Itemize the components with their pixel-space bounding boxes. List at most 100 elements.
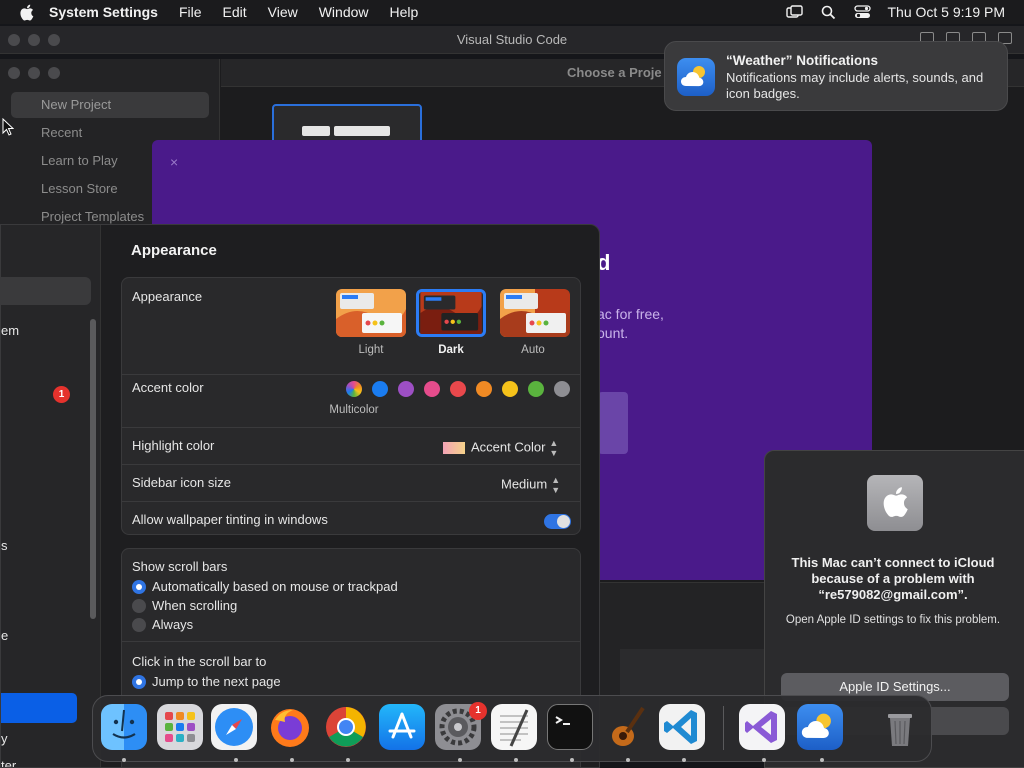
panel-content [620, 649, 770, 697]
accent-swatch-blue[interactable] [372, 381, 388, 397]
dock-running-indicator [514, 758, 518, 762]
dock-running-indicator [458, 758, 462, 762]
nav-new-project[interactable]: New Project [11, 92, 209, 118]
accent-swatch-green[interactable] [528, 381, 544, 397]
control-center-icon[interactable] [854, 4, 872, 20]
wallpaper-tinting-toggle[interactable] [544, 514, 571, 529]
menu-window[interactable]: Window [319, 4, 369, 20]
notification-title: “Weather” Notifications [726, 53, 879, 68]
dock-safari-icon[interactable] [211, 704, 257, 750]
appearance-dark-label: Dark [438, 344, 464, 356]
accent-swatch-multicolor[interactable] [346, 381, 362, 397]
dock-running-indicator [762, 758, 766, 762]
appearance-auto-option[interactable] [500, 289, 570, 337]
screen-mirroring-icon[interactable] [786, 4, 804, 20]
wallpaper-tinting-row: Allow wallpaper tinting in windows [122, 502, 580, 536]
highlight-color-swatch [443, 442, 465, 454]
appearance-label: Appearance [132, 289, 203, 304]
system-settings-window: em 1 s e y ter Appearance Appearance Lig… [0, 224, 600, 768]
appearance-light-option[interactable] [336, 289, 406, 337]
weather-notification[interactable]: “Weather” Notifications Notifications ma… [664, 41, 1008, 111]
appearance-dark-option[interactable] [416, 289, 486, 337]
jump-to-next-page-option[interactable]: Jump to the next page [132, 674, 281, 689]
minimize-button[interactable] [28, 67, 40, 79]
scroll-bars-automatic-option[interactable]: Automatically based on mouse or trackpad [132, 579, 398, 594]
sidebar-item[interactable]: em [1, 323, 19, 338]
accent-swatch-purple[interactable] [398, 381, 414, 397]
radio-icon [132, 598, 146, 613]
menu-view[interactable]: View [268, 4, 298, 20]
chevron-updown-icon: ▲ ▼ [551, 475, 561, 495]
close-button[interactable] [8, 67, 20, 79]
menu-help[interactable]: Help [390, 4, 419, 20]
dock-trash-icon[interactable] [877, 704, 923, 750]
sidebar-item[interactable]: e [1, 628, 8, 643]
notification-badge: 1 [53, 386, 70, 403]
zoom-button[interactable] [48, 67, 60, 79]
accent-swatch-orange[interactable] [476, 381, 492, 397]
sidebar-icon-size-value: Medium [501, 476, 548, 492]
dock-running-indicator [820, 758, 824, 762]
modal-subtitle-line: ount. [597, 325, 629, 341]
dock-separator [723, 706, 724, 750]
dock-finder-icon[interactable] [101, 704, 147, 750]
system-settings-badge: 1 [469, 702, 487, 720]
spotlight-search-icon[interactable] [820, 4, 838, 20]
dock-garageband-icon[interactable] [603, 704, 649, 750]
menu-bar: System Settings File Edit View Window He… [0, 0, 1024, 24]
divider [122, 641, 580, 642]
dock-textedit-icon[interactable] [491, 704, 537, 750]
dock-weather-icon[interactable] [797, 704, 843, 750]
close-icon[interactable]: × [170, 154, 178, 170]
modal-subtitle-line: ac for free, [597, 306, 664, 322]
accent-swatch-red[interactable] [450, 381, 466, 397]
dock-launchpad-icon[interactable] [157, 704, 203, 750]
dock-vscode-icon[interactable] [659, 704, 705, 750]
dock-app-store-icon[interactable] [379, 704, 425, 750]
accent-multicolor-label: Multicolor [329, 404, 379, 416]
sidebar-item[interactable]: ter [1, 758, 16, 767]
wallpaper-tinting-label: Allow wallpaper tinting in windows [132, 512, 328, 527]
radio-selected-icon [132, 674, 146, 689]
scroll-bars-always-option[interactable]: Always [132, 617, 193, 632]
dock-running-indicator [234, 758, 238, 762]
scroll-bars-label: Show scroll bars [132, 559, 228, 574]
highlight-color-popup[interactable]: Accent Color ▲ ▼ [443, 438, 558, 458]
menu-app-name[interactable]: System Settings [49, 4, 158, 20]
apple-menu-icon[interactable] [19, 4, 35, 21]
sidebar-item[interactable]: y [1, 731, 8, 746]
accent-swatch-yellow[interactable] [502, 381, 518, 397]
highlight-color-value: Accent Color [471, 439, 546, 455]
settings-sidebar: em 1 s e y ter [1, 225, 101, 767]
scroll-bars-when-scrolling-option[interactable]: When scrolling [132, 598, 237, 613]
accent-swatch-graphite[interactable] [554, 381, 570, 397]
option-label: When scrolling [152, 598, 238, 613]
weather-app-icon [677, 58, 715, 96]
dock-running-indicator [346, 758, 350, 762]
dock-running-indicator [682, 758, 686, 762]
card-preview-block [302, 126, 330, 136]
dock-visual-studio-icon[interactable] [739, 704, 785, 750]
dock-running-indicator [570, 758, 574, 762]
sidebar-icon-size-row: Sidebar icon size Medium ▲ ▼ [122, 465, 580, 502]
option-label: Always [152, 617, 194, 632]
dock-firefox-icon[interactable] [267, 704, 313, 750]
menu-clock[interactable]: Thu Oct 5 9:19 PM [888, 4, 1006, 20]
alert-message: This Mac can’t connect to iCloud because… [791, 555, 995, 602]
sidebar-item-appearance[interactable] [1, 693, 77, 723]
appearance-light-label: Light [358, 344, 384, 356]
accent-swatch-pink[interactable] [424, 381, 440, 397]
menu-file[interactable]: File [179, 4, 202, 20]
playgrounds-header-title: Choose a Proje [567, 65, 662, 80]
sidebar-icon-size-popup[interactable]: Medium ▲ ▼ [501, 475, 560, 495]
sidebar-search-input[interactable] [1, 277, 91, 305]
modal-subtitle: ac for free, ount. [597, 305, 664, 343]
highlight-color-row: Highlight color Accent Color ▲ ▼ [122, 428, 580, 465]
sidebar-scrollbar[interactable] [90, 319, 96, 619]
menu-edit[interactable]: Edit [223, 4, 247, 20]
dock-chrome-icon[interactable] [323, 704, 369, 750]
modal-action-button[interactable] [598, 392, 628, 454]
sidebar-item[interactable]: s [1, 538, 8, 553]
dock-terminal-icon[interactable] [547, 704, 593, 750]
click-scroll-bar-label: Click in the scroll bar to [132, 654, 267, 669]
